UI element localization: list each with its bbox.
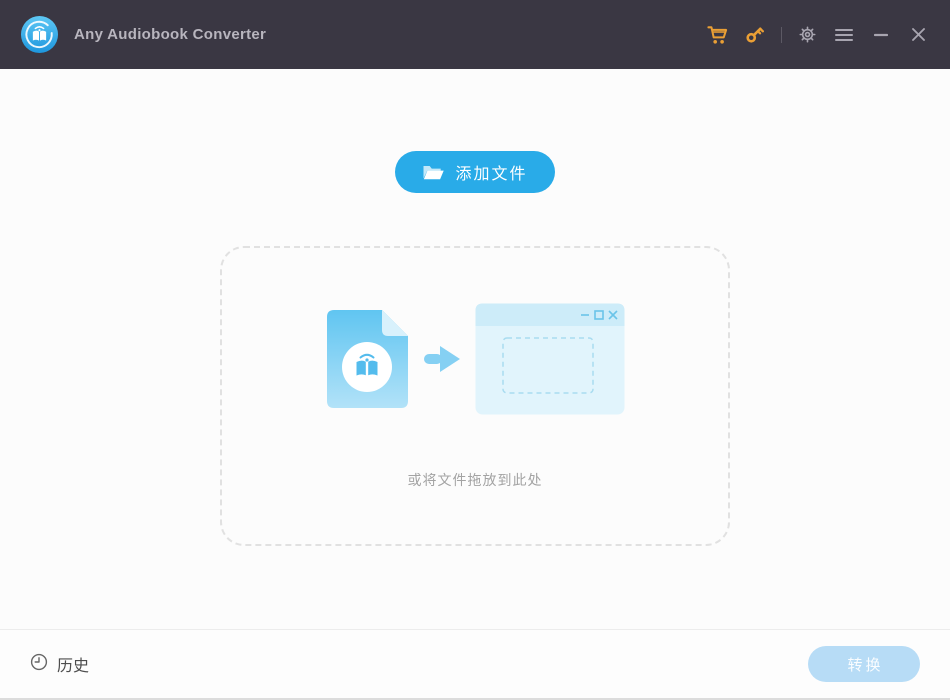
app-identity: Any Audiobook Converter [20, 15, 266, 54]
transfer-arrow-icon [423, 343, 461, 380]
settings-gear-icon[interactable] [795, 23, 819, 47]
title-bar: Any Audiobook Converter [0, 0, 950, 69]
clock-icon [30, 653, 48, 676]
add-files-button[interactable]: 添加文件 [395, 151, 555, 193]
history-label: 历史 [57, 652, 89, 676]
drop-illustration [326, 303, 625, 420]
app-title: Any Audiobook Converter [74, 26, 266, 43]
app-window: Any Audiobook Converter [0, 0, 950, 700]
audiobook-file-icon [326, 309, 409, 414]
app-logo-icon [20, 15, 59, 54]
cart-icon[interactable] [705, 23, 729, 47]
close-icon[interactable] [906, 23, 930, 47]
convert-button[interactable]: 转换 [808, 646, 920, 682]
drop-zone[interactable]: 或将文件拖放到此处 [220, 246, 730, 546]
header-divider [781, 27, 782, 43]
add-files-label: 添加文件 [455, 160, 527, 184]
content-area: 添加文件 [0, 69, 950, 629]
key-icon[interactable] [742, 23, 766, 47]
app-window-illustration [475, 303, 625, 420]
drop-hint-text: 或将文件拖放到此处 [408, 470, 543, 490]
menu-icon[interactable] [832, 23, 856, 47]
minimize-icon[interactable] [869, 23, 893, 47]
open-folder-icon [422, 163, 445, 182]
header-actions [692, 23, 930, 47]
history-button[interactable]: 历史 [30, 652, 89, 676]
footer-bar: 历史 转换 [0, 629, 950, 698]
